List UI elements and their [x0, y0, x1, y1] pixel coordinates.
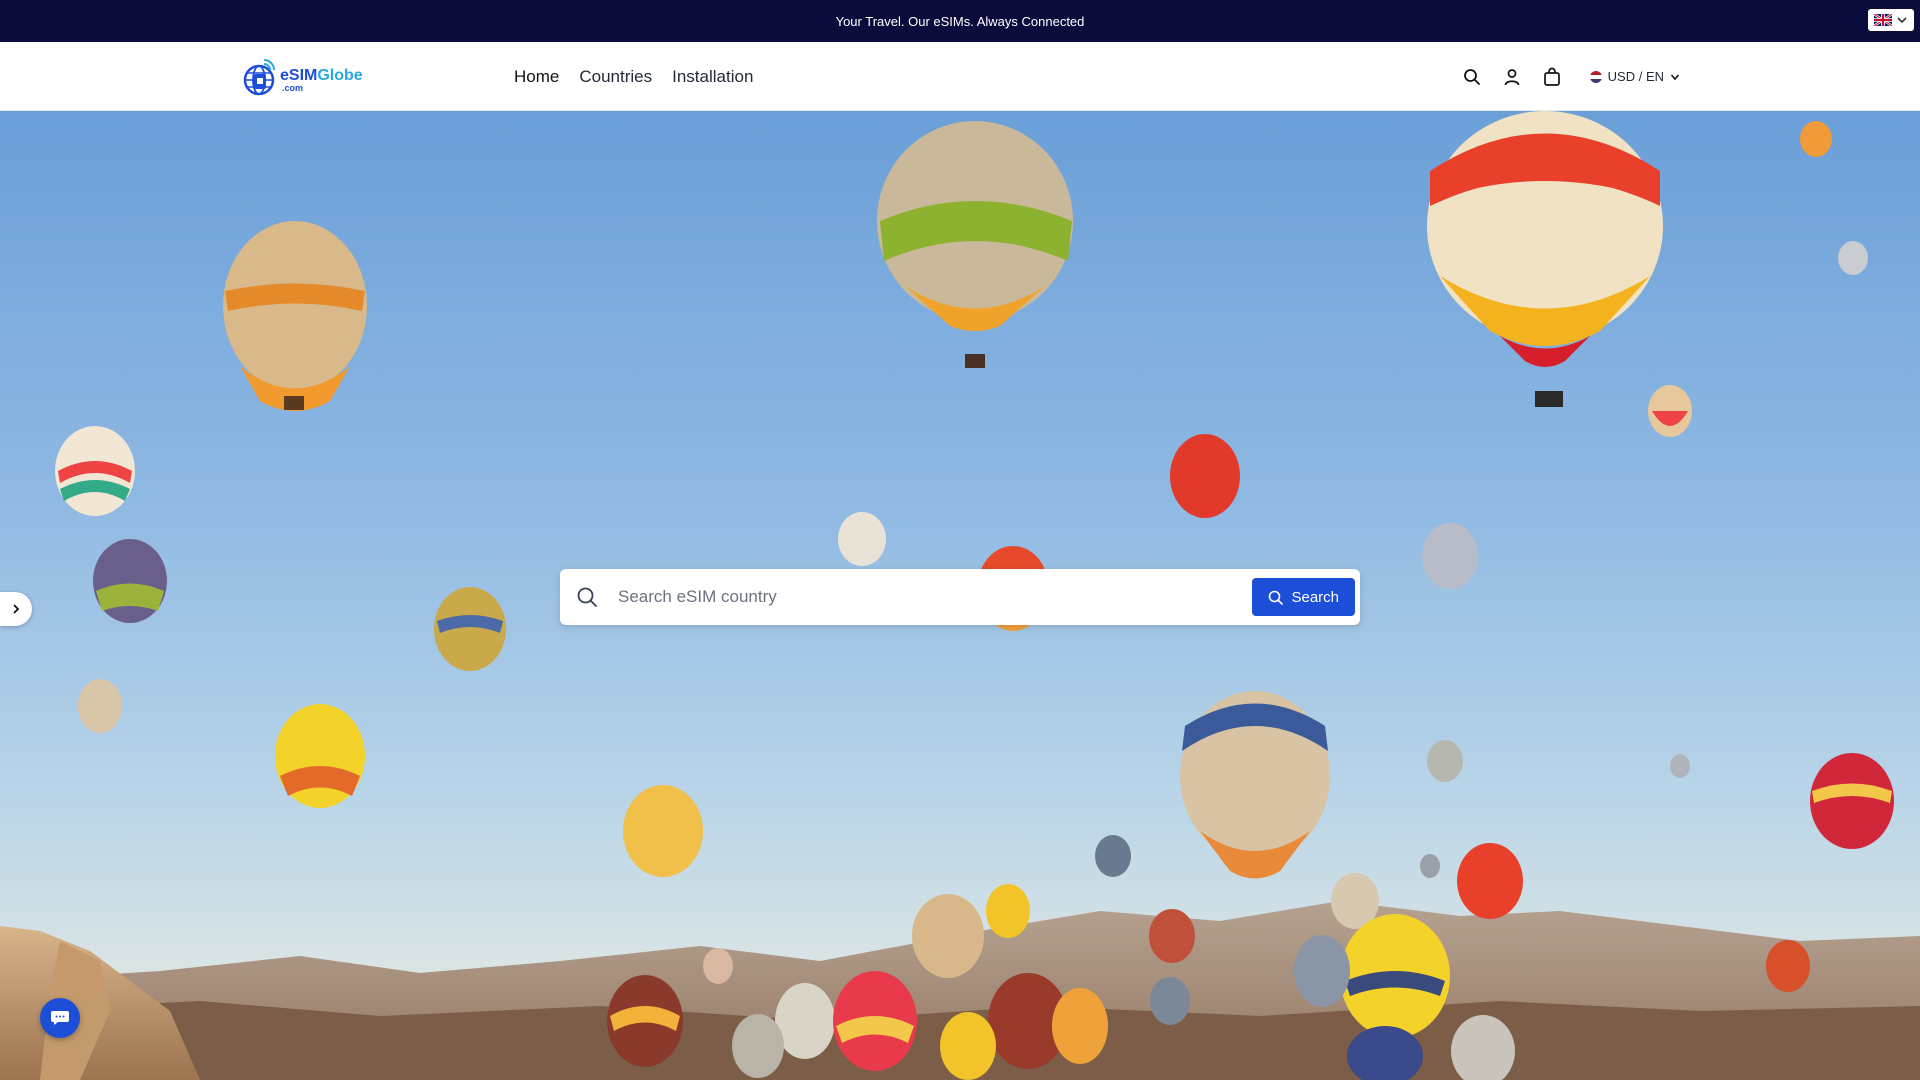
search-icon	[1269, 590, 1284, 605]
balloon	[78, 679, 122, 733]
balloon	[623, 785, 703, 877]
balloon	[1340, 914, 1450, 1038]
search-icon	[577, 587, 597, 607]
globe-sim-icon	[243, 59, 275, 96]
balloon	[1149, 909, 1195, 963]
chat-icon	[51, 1011, 69, 1025]
balloon	[833, 971, 917, 1071]
balloon	[1766, 940, 1810, 992]
site-header: eSIMGlobe .com Home Countries Installati…	[0, 42, 1920, 111]
balloon	[1648, 385, 1692, 437]
balloon	[1670, 754, 1690, 778]
balloon	[1170, 434, 1240, 518]
uk-flag-icon	[1874, 14, 1892, 26]
balloon	[1294, 935, 1350, 1007]
balloon	[607, 975, 683, 1067]
balloon	[703, 948, 733, 984]
balloon	[275, 704, 365, 808]
cart-icon[interactable]	[1542, 67, 1562, 87]
search-button-label: Search	[1291, 588, 1339, 606]
balloon	[732, 1014, 784, 1078]
announcement-text: Your Travel. Our eSIMs. Always Connected	[835, 13, 1085, 29]
chevron-right-icon	[13, 604, 20, 614]
balloon	[986, 884, 1030, 938]
brand-name-part1: eSIM	[280, 67, 318, 84]
balloon	[775, 983, 835, 1059]
nav-countries[interactable]: Countries	[579, 67, 652, 87]
balloon	[1422, 523, 1478, 589]
balloon	[1457, 843, 1523, 919]
country-search-bar: Search	[560, 569, 1360, 625]
header-tools: USD / EN	[1462, 42, 1680, 111]
nav-installation[interactable]: Installation	[672, 67, 753, 87]
user-icon[interactable]	[1502, 67, 1522, 87]
language-switcher[interactable]	[1868, 9, 1914, 31]
balloon	[1427, 740, 1463, 782]
balloon	[1095, 835, 1131, 877]
balloon	[877, 121, 1073, 368]
balloon	[1420, 854, 1440, 878]
currency-language-selector[interactable]: USD / EN	[1589, 69, 1680, 84]
live-chat-button[interactable]	[40, 998, 80, 1038]
balloon	[1838, 241, 1868, 275]
balloon	[434, 587, 506, 671]
search-button[interactable]: Search	[1252, 578, 1355, 616]
chevron-down-icon	[1897, 17, 1907, 24]
balloon	[93, 539, 167, 623]
balloon	[1150, 977, 1190, 1025]
us-flag-icon	[1589, 70, 1602, 83]
main-nav: Home Countries Installation	[514, 42, 753, 111]
balloon	[838, 512, 886, 566]
balloon	[223, 221, 367, 411]
balloon	[1052, 988, 1108, 1064]
nav-home[interactable]: Home	[514, 67, 559, 87]
search-input[interactable]	[618, 587, 1253, 607]
brand-name-part2: Globe	[317, 67, 363, 84]
chevron-down-icon	[1670, 73, 1680, 80]
balloon	[1180, 691, 1330, 879]
balloon	[912, 894, 984, 978]
announcement-bar: Your Travel. Our eSIMs. Always Connected	[0, 0, 1920, 42]
brand-suffix: .com	[282, 83, 304, 93]
balloon	[1800, 121, 1832, 157]
brand-name: eSIMGlobe .com	[280, 67, 363, 93]
balloon	[1810, 753, 1894, 849]
search-icon[interactable]	[1462, 67, 1482, 87]
balloon	[940, 1012, 996, 1080]
currency-label: USD / EN	[1607, 69, 1664, 84]
hero-banner: Search	[0, 111, 1920, 1080]
balloon	[1427, 111, 1663, 407]
brand-logo[interactable]: eSIMGlobe .com	[242, 56, 363, 96]
balloon	[55, 426, 135, 516]
